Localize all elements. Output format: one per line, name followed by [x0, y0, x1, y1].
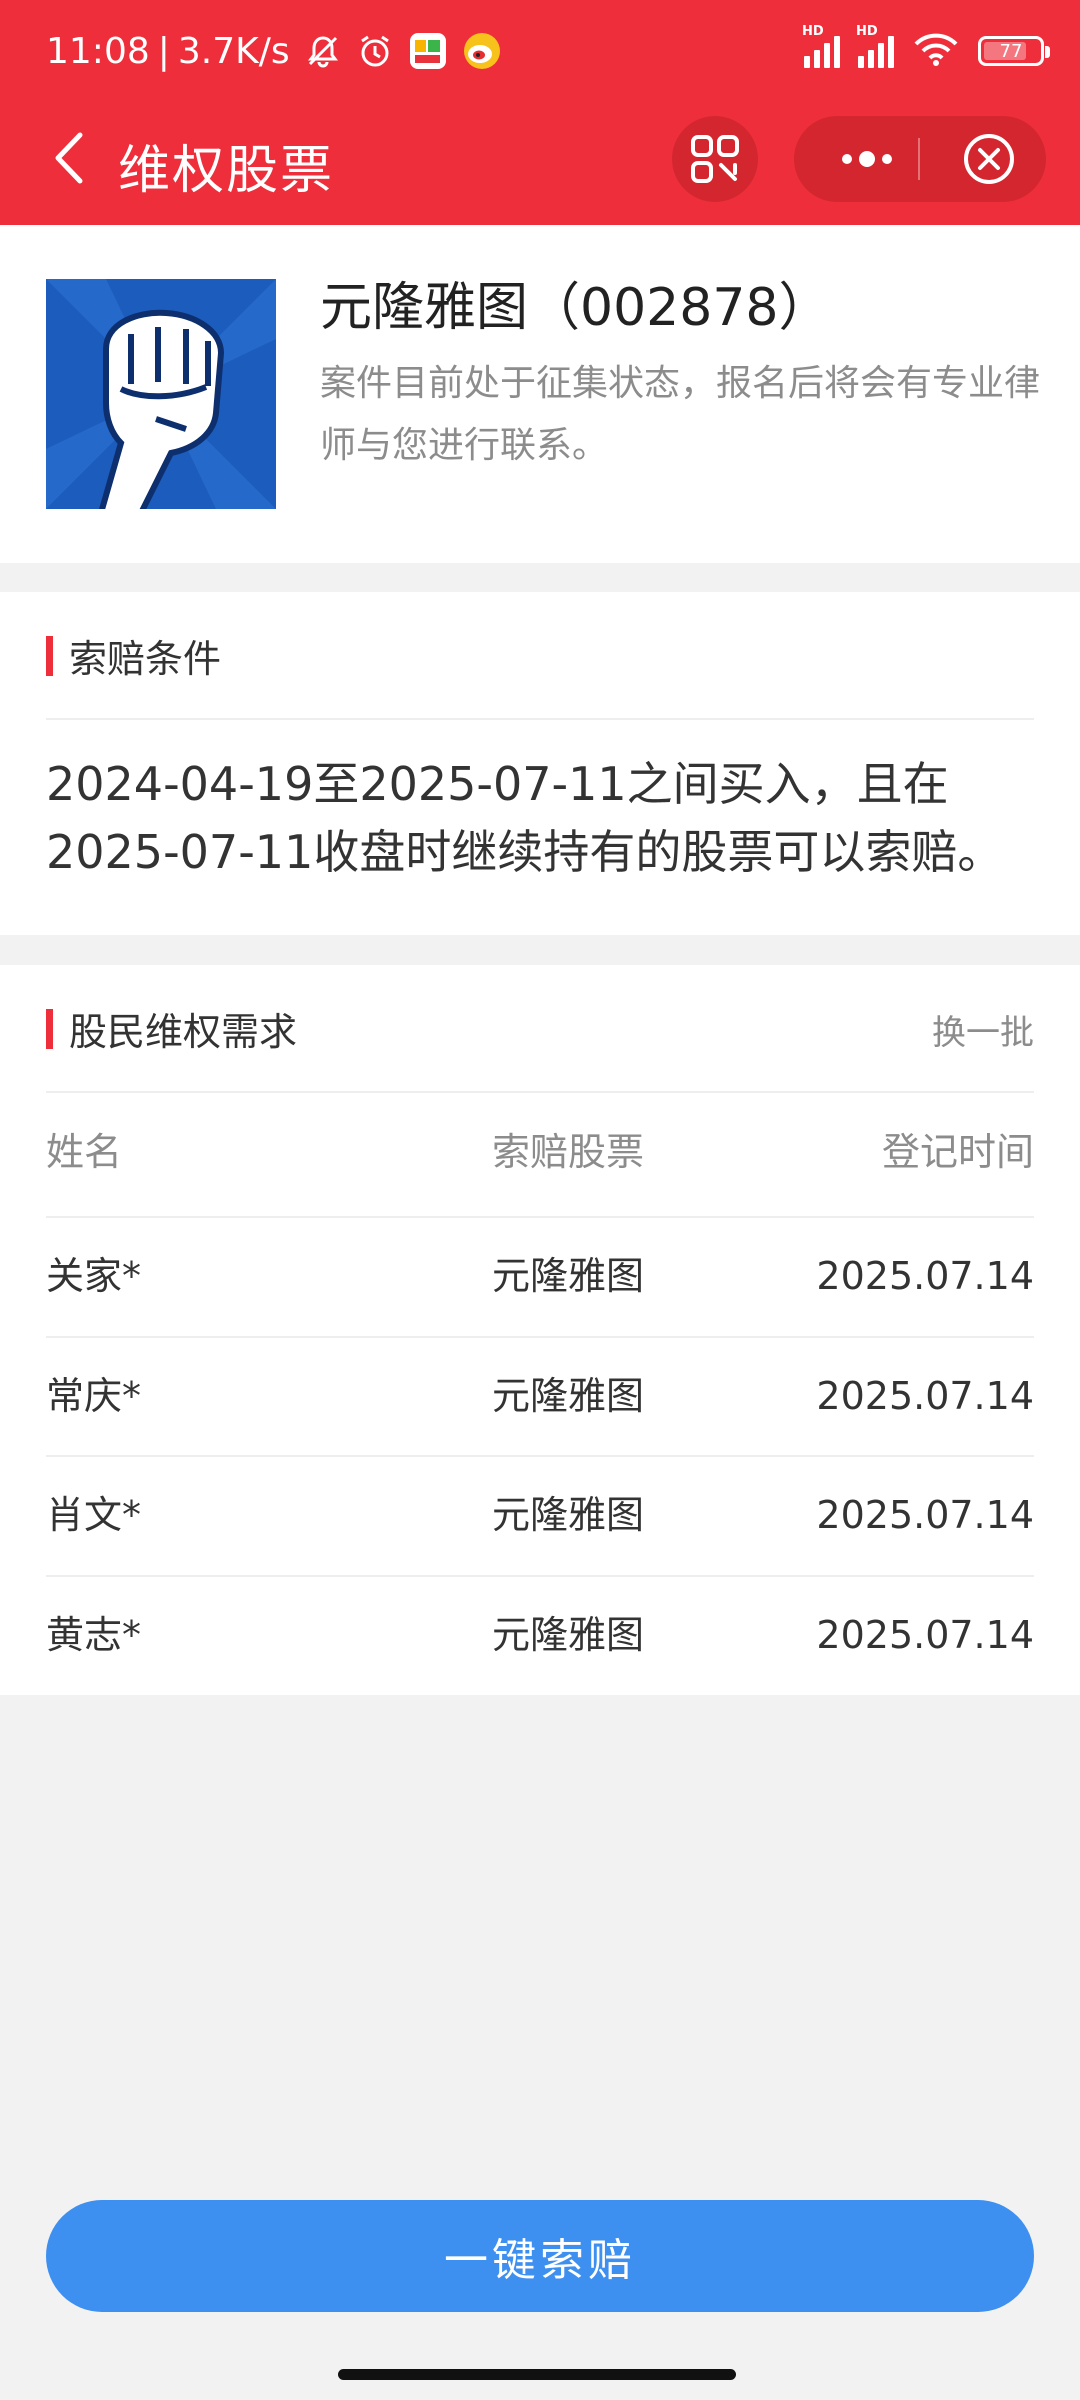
chevron-left-icon	[55, 132, 83, 184]
home-indicator[interactable]	[338, 2369, 736, 2380]
refresh-batch-link[interactable]: 换一批	[932, 1005, 1034, 1054]
row-name: 黄志*	[46, 1613, 142, 1657]
nav-bar: 维权股票	[0, 108, 1080, 208]
row-name: 肖文*	[46, 1493, 142, 1537]
table-row: 肖文* 元隆雅图 2025.07.14	[46, 1456, 1034, 1574]
row-stock: 元隆雅图	[492, 1493, 645, 1537]
claim-conditions-card: 索赔条件 2024-04-19至2025-07-11之间买入，且在2025-07…	[0, 592, 1080, 935]
app-58-icon	[408, 31, 448, 71]
section-heading-conditions: 索赔条件	[46, 628, 221, 683]
divider	[46, 718, 1034, 720]
section-accent-bar	[46, 1008, 53, 1049]
alarm-icon	[356, 32, 394, 70]
stock-card: 元隆雅图（002878） 案件目前处于征集状态，报名后将会有专业律师与您进行联系…	[0, 225, 1080, 563]
table-row: 黄志* 元隆雅图 2025.07.14	[46, 1576, 1034, 1694]
status-time: 11:08	[46, 30, 150, 72]
mini-program-capsule	[794, 116, 1046, 202]
row-name: 关家*	[46, 1254, 142, 1298]
qr-scan-button[interactable]	[672, 116, 758, 202]
weibo-icon	[462, 31, 502, 71]
status-separator: |	[157, 30, 170, 72]
table-row: 关家* 元隆雅图 2025.07.14	[46, 1217, 1034, 1335]
one-click-claim-button[interactable]: 一键索赔	[46, 2200, 1034, 2312]
signal-hd-icon: HD	[856, 24, 894, 68]
close-button[interactable]	[946, 116, 1032, 202]
status-bar-left: 11:08 | 3.7K/s	[46, 26, 502, 76]
column-header-name: 姓名	[46, 1130, 123, 1174]
battery-icon: 77	[978, 36, 1050, 66]
table-header: 姓名 索赔股票 登记时间	[46, 1093, 1034, 1211]
column-header-time: 登记时间	[881, 1130, 1034, 1174]
column-header-stock: 索赔股票	[492, 1130, 645, 1174]
more-dots-icon	[842, 151, 892, 167]
conditions-heading: 索赔条件	[69, 637, 222, 681]
requests-heading: 股民维权需求	[69, 1010, 298, 1054]
investor-requests-card: 股民维权需求 换一批 姓名 索赔股票 登记时间 关家* 元隆雅图 2025.07…	[0, 965, 1080, 1695]
more-button[interactable]	[822, 116, 912, 202]
close-circle-icon	[964, 134, 1014, 184]
stock-name: 元隆雅图（002878）	[320, 278, 831, 338]
row-name: 常庆*	[46, 1374, 142, 1418]
section-heading-requests: 股民维权需求	[46, 1001, 297, 1056]
mute-bell-icon	[304, 32, 342, 70]
status-net-speed: 3.7K/s	[177, 30, 290, 72]
row-time: 2025.07.14	[816, 1613, 1034, 1657]
top-bar: 11:08 | 3.7K/s HD HD 77 维权股票	[0, 0, 1080, 225]
status-bar-right: HD HD 77	[802, 24, 1050, 76]
capsule-divider	[918, 138, 920, 180]
page-title: 维权股票	[118, 141, 335, 201]
conditions-text: 2024-04-19至2025-07-11之间买入，且在2025-07-11收盘…	[46, 757, 1004, 879]
row-stock: 元隆雅图	[492, 1374, 645, 1418]
qr-scan-icon	[691, 135, 739, 183]
signal-hd-icon: HD	[802, 24, 840, 68]
back-button[interactable]	[44, 130, 94, 186]
row-time: 2025.07.14	[816, 1374, 1034, 1418]
row-stock: 元隆雅图	[492, 1254, 645, 1298]
wifi-icon	[912, 30, 960, 72]
raised-fist-icon	[46, 279, 276, 509]
table-row: 常庆* 元隆雅图 2025.07.14	[46, 1337, 1034, 1455]
row-time: 2025.07.14	[816, 1493, 1034, 1537]
battery-level: 77	[999, 40, 1023, 62]
row-stock: 元隆雅图	[492, 1613, 645, 1657]
section-accent-bar	[46, 635, 53, 676]
row-time: 2025.07.14	[816, 1254, 1034, 1298]
stock-description: 案件目前处于征集状态，报名后将会有专业律师与您进行联系。	[320, 363, 1041, 466]
